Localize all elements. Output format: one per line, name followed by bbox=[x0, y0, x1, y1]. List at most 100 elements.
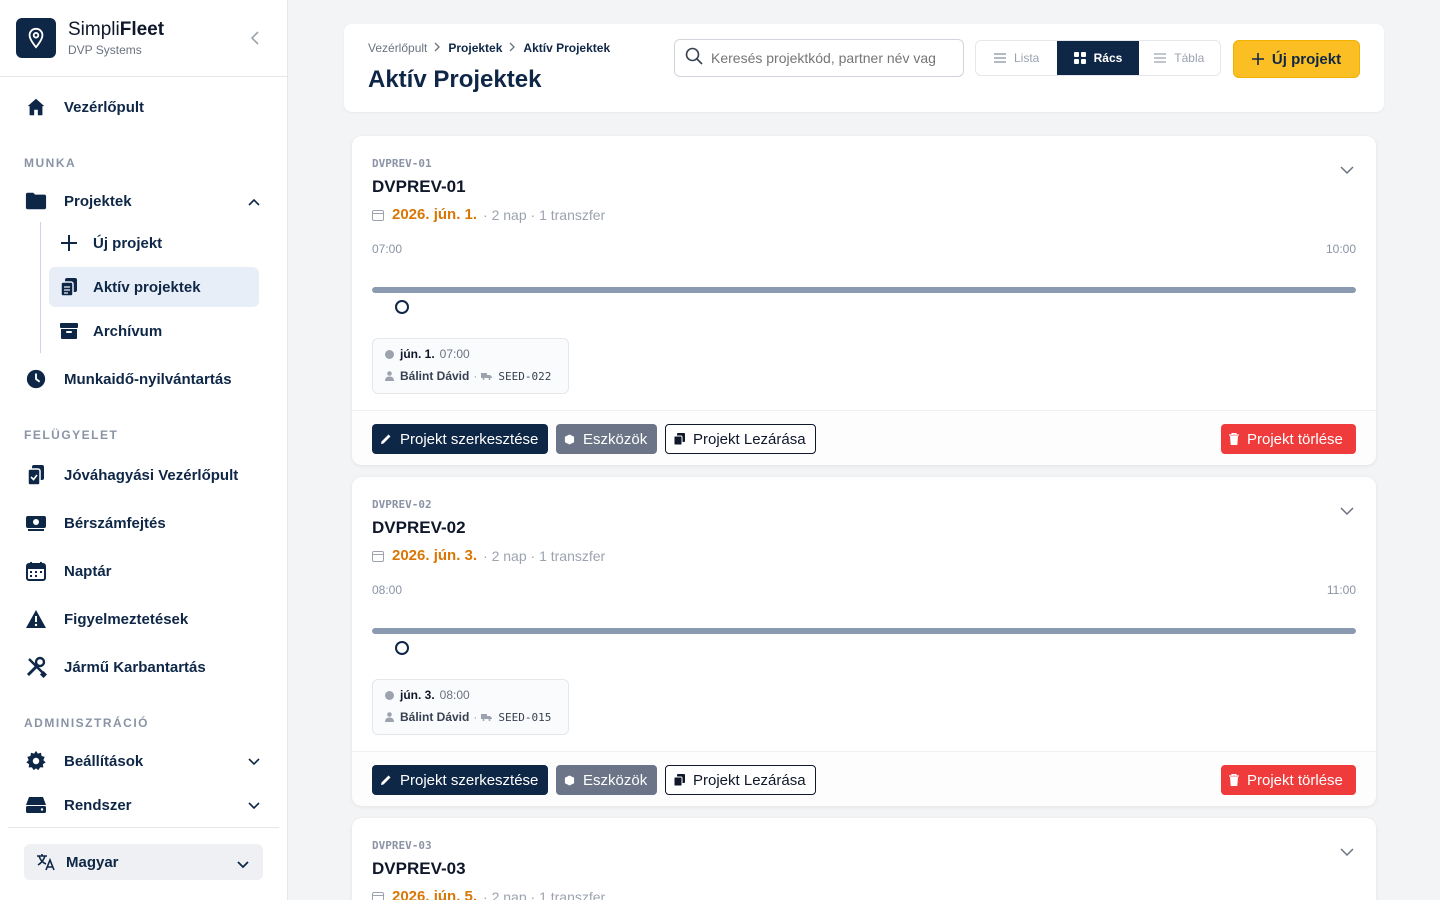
nav-calendar-label: Naptár bbox=[64, 562, 112, 580]
view-table-button[interactable]: Tábla bbox=[1139, 41, 1220, 75]
nav-alerts[interactable]: Figyelmeztetések bbox=[24, 599, 188, 639]
delete-project-button[interactable]: Projekt törlése bbox=[1221, 424, 1356, 454]
nav-timesheet[interactable]: Munkaidő-nyilvántartás bbox=[24, 359, 232, 399]
view-grid-button[interactable]: Rács bbox=[1057, 41, 1139, 75]
calendar-icon bbox=[24, 559, 48, 583]
breadcrumb: Vezérlőpult Projektek Aktív Projektek bbox=[368, 41, 610, 55]
collapse-sidebar-button[interactable] bbox=[247, 28, 263, 48]
chevron-down-icon bbox=[1340, 166, 1354, 175]
nav-settings[interactable]: Beállítások bbox=[24, 741, 264, 781]
trash-icon bbox=[1229, 774, 1239, 786]
new-project-button[interactable]: Új projekt bbox=[1233, 40, 1360, 78]
nav-approval-dashboard[interactable]: Jóváhagyási Vezérlőpult bbox=[24, 455, 238, 495]
edit-project-label: Projekt szerkesztése bbox=[400, 771, 539, 789]
tools-label: Eszközök bbox=[583, 771, 648, 789]
edit-project-label: Projekt szerkesztése bbox=[400, 430, 539, 448]
nav-payroll[interactable]: Bérszámfejtés bbox=[24, 503, 166, 543]
location-pin-icon bbox=[28, 27, 44, 49]
chevron-down-icon bbox=[237, 856, 249, 873]
transfer-card[interactable]: jún. 1. 07:00 Bálint Dávid · SEED-022 bbox=[372, 338, 569, 394]
language-label: Magyar bbox=[66, 853, 119, 871]
project-date: 2026. jún. 5. bbox=[392, 888, 478, 900]
chevron-left-icon bbox=[250, 31, 259, 45]
project-date: 2026. jún. 1. bbox=[392, 206, 478, 223]
project-meta: 2026. jún. 5. · 2 nap · 1 transzfer bbox=[372, 888, 605, 900]
nav-maintenance-label: Jármű Karbantartás bbox=[64, 658, 206, 676]
transfer-marker[interactable] bbox=[395, 641, 409, 655]
edit-project-button[interactable]: Projekt szerkesztése bbox=[372, 424, 548, 454]
expand-toggle[interactable] bbox=[1340, 503, 1354, 521]
nav-calendar[interactable]: Naptár bbox=[24, 551, 112, 591]
project-code: DVPREV-01 bbox=[372, 157, 432, 170]
chevron-right-icon bbox=[434, 41, 441, 55]
project-actions: Projekt szerkesztése Eszközök Projekt Le… bbox=[352, 410, 1376, 465]
chevron-down-icon bbox=[248, 753, 260, 770]
project-card: DVPREV-03 DVPREV-03 2026. jún. 5. · 2 na… bbox=[352, 818, 1376, 900]
search-input[interactable] bbox=[711, 50, 961, 66]
list-icon bbox=[993, 53, 1006, 63]
submenu-rail bbox=[40, 222, 41, 353]
clock-icon bbox=[385, 690, 394, 700]
table-icon bbox=[1154, 53, 1167, 63]
user-icon bbox=[385, 371, 394, 381]
timeline-bar bbox=[372, 628, 1356, 634]
search-box[interactable] bbox=[674, 39, 964, 77]
nav-alerts-label: Figyelmeztetések bbox=[64, 610, 189, 628]
expand-toggle[interactable] bbox=[1340, 844, 1354, 862]
close-project-button[interactable]: Projekt Lezárása bbox=[665, 424, 816, 454]
close-project-button[interactable]: Projekt Lezárása bbox=[665, 765, 816, 795]
project-code: DVPREV-02 bbox=[372, 498, 432, 511]
pencil-icon bbox=[380, 774, 392, 786]
view-list-button[interactable]: Lista bbox=[976, 41, 1057, 75]
expand-toggle[interactable] bbox=[1340, 162, 1354, 180]
tools-button[interactable]: Eszközök bbox=[556, 424, 657, 454]
cube-icon bbox=[564, 433, 575, 445]
nav-system[interactable]: Rendszer bbox=[24, 785, 264, 825]
breadcrumb-current: Aktív Projektek bbox=[523, 41, 611, 55]
chevron-down-icon bbox=[1340, 507, 1354, 516]
project-meta: 2026. jún. 1. · 2 nap · 1 transzfer bbox=[372, 206, 605, 223]
language-selector[interactable]: Magyar bbox=[24, 844, 263, 880]
timeline-fill bbox=[372, 628, 1356, 634]
nav-new-project[interactable]: Új projekt bbox=[49, 223, 259, 263]
edit-project-button[interactable]: Projekt szerkesztése bbox=[372, 765, 548, 795]
truck-icon bbox=[481, 372, 493, 380]
close-project-label: Projekt Lezárása bbox=[693, 430, 806, 448]
nav-archive-label: Archívum bbox=[93, 322, 163, 340]
nav-new-project-label: Új projekt bbox=[93, 234, 163, 252]
breadcrumb-item[interactable]: Vezérlőpult bbox=[368, 41, 427, 55]
sidebar-divider bbox=[8, 827, 279, 828]
transfer-card[interactable]: jún. 3. 08:00 Bálint Dávid · SEED-015 bbox=[372, 679, 569, 735]
transfer-date: jún. 3. bbox=[400, 688, 435, 702]
transfer-driver: Bálint Dávid bbox=[400, 369, 470, 383]
nav-maintenance[interactable]: Jármű Karbantartás bbox=[24, 647, 206, 687]
nav-active-projects-label: Aktív projektek bbox=[93, 278, 201, 296]
project-duration: · 2 nap · 1 transzfer bbox=[483, 547, 606, 564]
transfer-marker[interactable] bbox=[395, 300, 409, 314]
nav-projects[interactable]: Projektek bbox=[24, 181, 264, 221]
chevron-right-icon bbox=[509, 41, 516, 55]
transfer-vehicle: SEED-015 bbox=[498, 710, 552, 724]
home-icon bbox=[24, 95, 48, 119]
nav-dashboard[interactable]: Vezérlőpult bbox=[24, 87, 144, 127]
tools-label: Eszközök bbox=[583, 430, 648, 448]
page-header: Vezérlőpult Projektek Aktív Projektek Ak… bbox=[344, 24, 1384, 112]
project-name: DVPREV-03 bbox=[372, 859, 466, 878]
tools-button[interactable]: Eszközök bbox=[556, 765, 657, 795]
plus-icon bbox=[1251, 53, 1264, 65]
nav-active-projects[interactable]: Aktív projektek bbox=[49, 267, 259, 307]
pencil-icon bbox=[380, 433, 392, 445]
nav-archive[interactable]: Archívum bbox=[49, 311, 259, 351]
chevron-down-icon bbox=[1340, 848, 1354, 857]
project-code: DVPREV-03 bbox=[372, 839, 432, 852]
delete-project-button[interactable]: Projekt törlése bbox=[1221, 765, 1356, 795]
transfer-vehicle: SEED-022 bbox=[498, 369, 552, 383]
user-icon bbox=[385, 712, 394, 722]
chevron-down-icon bbox=[248, 797, 260, 814]
breadcrumb-item[interactable]: Projektek bbox=[448, 41, 502, 55]
nav-approval-dashboard-label: Jóváhagyási Vezérlőpult bbox=[64, 466, 239, 484]
nav-settings-label: Beállítások bbox=[64, 752, 144, 770]
trash-icon bbox=[1229, 433, 1239, 445]
timeline-start: 07:00 bbox=[372, 242, 403, 256]
transfer-time: 07:00 bbox=[439, 347, 470, 361]
